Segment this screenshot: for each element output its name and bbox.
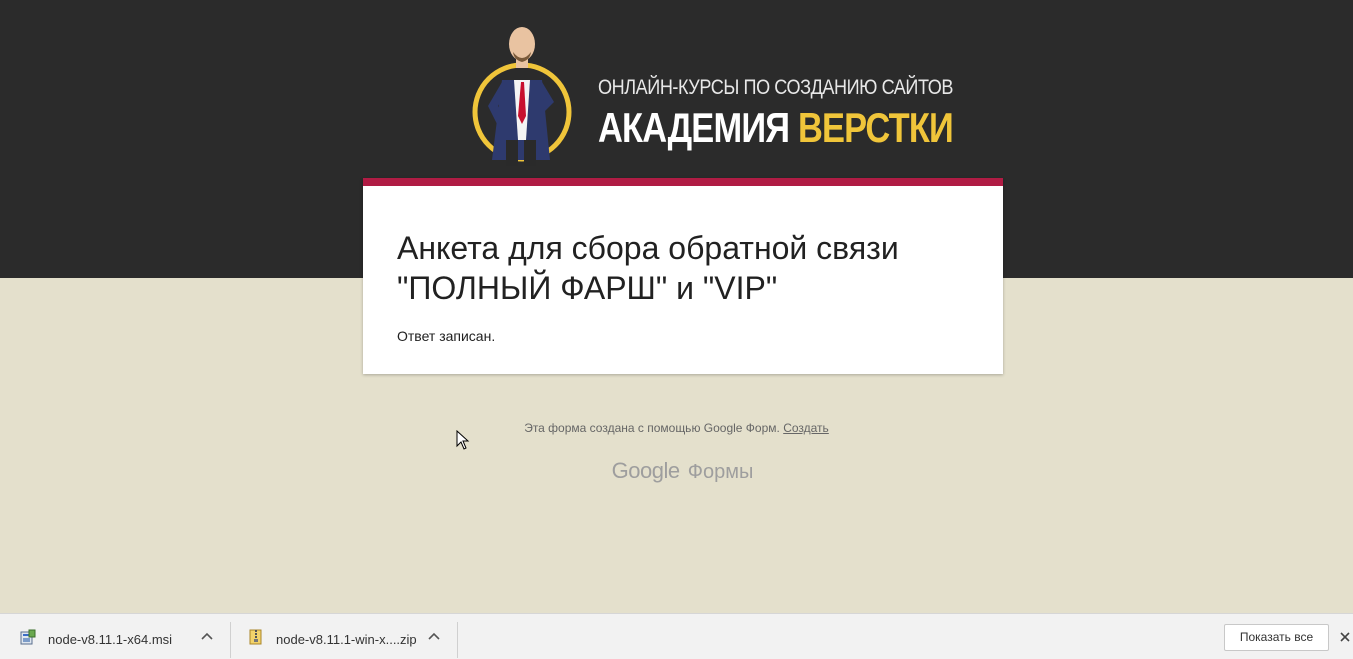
- download-file-name: node-v8.11.1-x64.msi: [48, 632, 173, 647]
- show-all-downloads-button[interactable]: Показать все: [1224, 624, 1329, 651]
- logo-title-main: АКАДЕМИЯ: [598, 104, 798, 151]
- response-recorded-message: Ответ записан.: [397, 328, 496, 344]
- academy-logo: ОНЛАЙН-КУРСЫ ПО СОЗДАНИЮ САЙТОВ АКАДЕМИЯ…: [470, 20, 954, 170]
- form-title: Анкета для сбора обратной связи "ПОЛНЫЙ …: [397, 230, 899, 306]
- chevron-up-icon[interactable]: [427, 630, 441, 644]
- zip-archive-icon: [249, 629, 262, 645]
- download-item[interactable]: node-v8.11.1-win-x....zip: [248, 614, 448, 659]
- download-separator: [230, 622, 231, 658]
- form-response-card: Анкета для сбора обратной связи "ПОЛНЫЙ …: [363, 178, 1003, 374]
- download-file-name: node-v8.11.1-win-x....zip: [276, 632, 417, 647]
- download-item[interactable]: node-v8.11.1-x64.msi: [20, 614, 220, 659]
- chevron-up-icon[interactable]: [200, 630, 214, 644]
- logo-subtitle: ОНЛАЙН-КУРСЫ ПО СОЗДАНИЮ САЙТОВ: [598, 76, 953, 99]
- forms-wordmark: Формы: [687, 461, 754, 483]
- logo-title-accent: ВЕРСТКИ: [797, 104, 954, 151]
- logo-title: АКАДЕМИЯ ВЕРСТКИ: [598, 104, 954, 152]
- download-separator: [457, 622, 458, 658]
- google-forms-logo[interactable]: Google Формы: [0, 458, 1353, 484]
- footer-credit: Эта форма создана с помощью Google Форм.…: [0, 421, 1353, 435]
- mascot-figure-icon: [472, 27, 572, 166]
- download-bar: node-v8.11.1-x64.msi node-v8.11.1-win-x.…: [0, 613, 1353, 659]
- msi-installer-icon: [20, 629, 36, 645]
- create-form-link[interactable]: Создать: [783, 421, 829, 435]
- footer-credit-text: Эта форма создана с помощью Google Форм.: [524, 421, 780, 435]
- google-wordmark: Google: [611, 458, 680, 483]
- close-icon[interactable]: [1338, 630, 1352, 644]
- mouse-cursor-icon: [456, 430, 470, 450]
